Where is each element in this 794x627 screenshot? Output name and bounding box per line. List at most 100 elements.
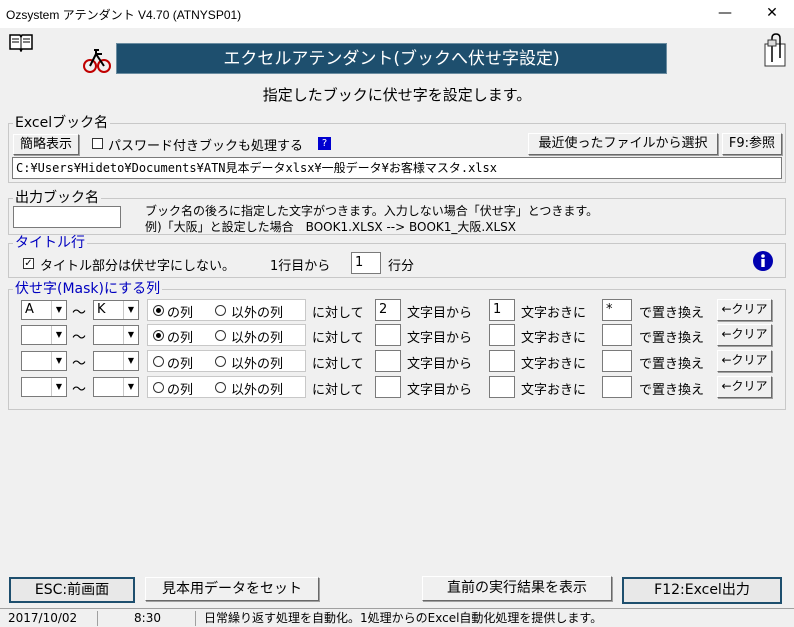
mask-from-char-label: 文字目から	[407, 357, 473, 372]
mask-to-column-select[interactable]: ▼	[93, 325, 139, 345]
mask-start-char-input[interactable]	[375, 376, 401, 398]
output-book-note-1: ブック名の後ろに指定した文字がつきます。入力しない場合「伏せ字」とつきます。	[145, 204, 599, 218]
show-last-result-button[interactable]: 直前の実行結果を表示	[422, 576, 612, 601]
recent-files-button[interactable]: 最近使ったファイルから選択	[528, 133, 718, 155]
mask-replace-char-input[interactable]	[602, 350, 632, 372]
mask-mode-out-label: 以外の列	[231, 306, 284, 321]
chevron-down-icon[interactable]: ▼	[123, 326, 138, 344]
mask-mode-out-label: 以外の列	[231, 331, 284, 346]
chevron-down-icon[interactable]: ▼	[51, 378, 66, 396]
mask-mode-radio-group: の列 以外の列	[147, 376, 306, 398]
status-bar: 2017/10/02 8:30 日常繰り返す処理を自動化。1処理からのExcel…	[0, 608, 794, 627]
mask-start-char-input[interactable]	[375, 350, 401, 372]
mask-range-tilde: 〜	[72, 305, 86, 321]
password-checkbox[interactable]	[92, 138, 103, 149]
chevron-down-icon[interactable]: ▼	[123, 352, 138, 370]
mask-replace-char-input[interactable]	[602, 376, 632, 398]
mask-replace-char-input[interactable]: *	[602, 299, 632, 321]
mask-against-label: に対して	[312, 357, 364, 372]
help-icon[interactable]: ?	[318, 137, 331, 150]
mask-clear-button[interactable]: ←クリア	[717, 299, 772, 321]
book-icon[interactable]	[8, 32, 34, 53]
mask-every-char-label: 文字おきに	[521, 331, 587, 346]
status-date: 2017/10/02	[2, 611, 98, 626]
mask-mode-in-label: の列	[167, 306, 194, 321]
bicycle-icon	[82, 42, 112, 74]
status-time: 8:30	[100, 611, 196, 626]
mask-mode-out-radio[interactable]	[215, 305, 226, 316]
page-subtitle: 指定したブックに伏せ字を設定します。	[262, 86, 532, 104]
minimize-button[interactable]: —	[703, 0, 747, 28]
mask-mode-in-radio[interactable]	[153, 330, 164, 341]
mask-start-char-input[interactable]	[375, 324, 401, 346]
title-row-count-input[interactable]: 1	[351, 252, 381, 274]
mask-replace-char-input[interactable]	[602, 324, 632, 346]
mask-mode-out-radio[interactable]	[215, 356, 226, 367]
title-row-checkbox[interactable]: ✓	[23, 258, 34, 269]
mask-against-label: に対して	[312, 306, 364, 321]
mask-mode-in-radio[interactable]	[153, 382, 164, 393]
mask-mode-in-label: の列	[167, 383, 194, 398]
mask-every-char-input[interactable]	[489, 324, 515, 346]
mask-from-char-label: 文字目から	[407, 383, 473, 398]
mask-to-column-select[interactable]: ▼	[93, 351, 139, 371]
chevron-down-icon[interactable]: ▼	[123, 301, 138, 319]
mask-from-char-label: 文字目から	[407, 306, 473, 321]
mask-mode-in-radio[interactable]	[153, 305, 164, 316]
brief-view-button[interactable]: 簡略表示	[13, 134, 79, 155]
mask-clear-button[interactable]: ←クリア	[717, 324, 772, 346]
excel-book-title: Excelブック名	[13, 115, 111, 131]
mask-every-char-input[interactable]	[489, 350, 515, 372]
mask-mode-out-label: 以外の列	[231, 383, 284, 398]
set-sample-data-button[interactable]: 見本用データをセット	[145, 577, 319, 601]
title-row-checkbox-label: タイトル部分は伏せ字にしない。	[40, 259, 236, 274]
mask-mode-radio-group: の列 以外の列	[147, 324, 306, 346]
mask-from-char-label: 文字目から	[407, 331, 473, 346]
title-row-from-label: 1行目から	[270, 259, 331, 274]
info-icon[interactable]	[752, 250, 774, 272]
excel-path-input[interactable]: C:¥Users¥Hideto¥Documents¥ATN見本データxlsx¥一…	[12, 157, 782, 179]
mask-from-column-select[interactable]: ▼	[21, 351, 67, 371]
mask-every-char-input[interactable]	[489, 376, 515, 398]
chevron-down-icon[interactable]: ▼	[51, 301, 66, 319]
mask-replace-label: で置き換え	[639, 306, 705, 321]
chevron-down-icon[interactable]: ▼	[51, 326, 66, 344]
chevron-down-icon[interactable]: ▼	[51, 352, 66, 370]
mask-every-char-label: 文字おきに	[521, 383, 587, 398]
esc-back-button[interactable]: ESC:前画面	[9, 577, 135, 603]
browse-button[interactable]: F9:参照	[722, 133, 782, 155]
title-row-suffix: 行分	[388, 259, 415, 274]
mask-start-char-input[interactable]: 2	[375, 299, 401, 321]
excel-output-button[interactable]: F12:Excel出力	[622, 577, 782, 604]
mask-mode-in-label: の列	[167, 357, 194, 372]
mask-mode-in-radio[interactable]	[153, 356, 164, 367]
mask-every-char-label: 文字おきに	[521, 306, 587, 321]
mask-clear-button[interactable]: ←クリア	[717, 376, 772, 398]
mask-mode-out-radio[interactable]	[215, 330, 226, 341]
chevron-down-icon[interactable]: ▼	[123, 378, 138, 396]
mask-mode-radio-group: の列 以外の列	[147, 350, 306, 372]
window-title: Ozsystem アテンダント V4.70 (ATNYSP01)	[6, 8, 242, 22]
output-book-input[interactable]	[13, 206, 121, 228]
mask-mode-in-label: の列	[167, 331, 194, 346]
paperclip-icon[interactable]	[762, 32, 790, 68]
mask-against-label: に対して	[312, 383, 364, 398]
mask-every-char-label: 文字おきに	[521, 357, 587, 372]
status-message: 日常繰り返す処理を自動化。1処理からのExcel自動化処理を提供します。	[204, 611, 603, 625]
mask-from-column-select[interactable]: ▼	[21, 377, 67, 397]
output-book-note-2: 例)「大阪」と設定した場合 BOOK1.XLSX --> BOOK1_大阪.XL…	[145, 220, 516, 234]
mask-range-tilde: 〜	[72, 330, 86, 346]
mask-to-column-select[interactable]: ▼	[93, 377, 139, 397]
title-row-title: タイトル行	[13, 235, 87, 251]
mask-to-column-select[interactable]: K ▼	[93, 300, 139, 320]
mask-from-column-select[interactable]: ▼	[21, 325, 67, 345]
output-book-title: 出力ブック名	[13, 190, 101, 206]
mask-from-column-select[interactable]: A ▼	[21, 300, 67, 320]
mask-clear-button[interactable]: ←クリア	[717, 350, 772, 372]
mask-range-tilde: 〜	[72, 382, 86, 398]
mask-every-char-input[interactable]: 1	[489, 299, 515, 321]
close-button[interactable]: ✕	[750, 0, 794, 28]
mask-replace-label: で置き換え	[639, 331, 705, 346]
mask-mode-out-radio[interactable]	[215, 382, 226, 393]
mask-replace-label: で置き換え	[639, 357, 705, 372]
